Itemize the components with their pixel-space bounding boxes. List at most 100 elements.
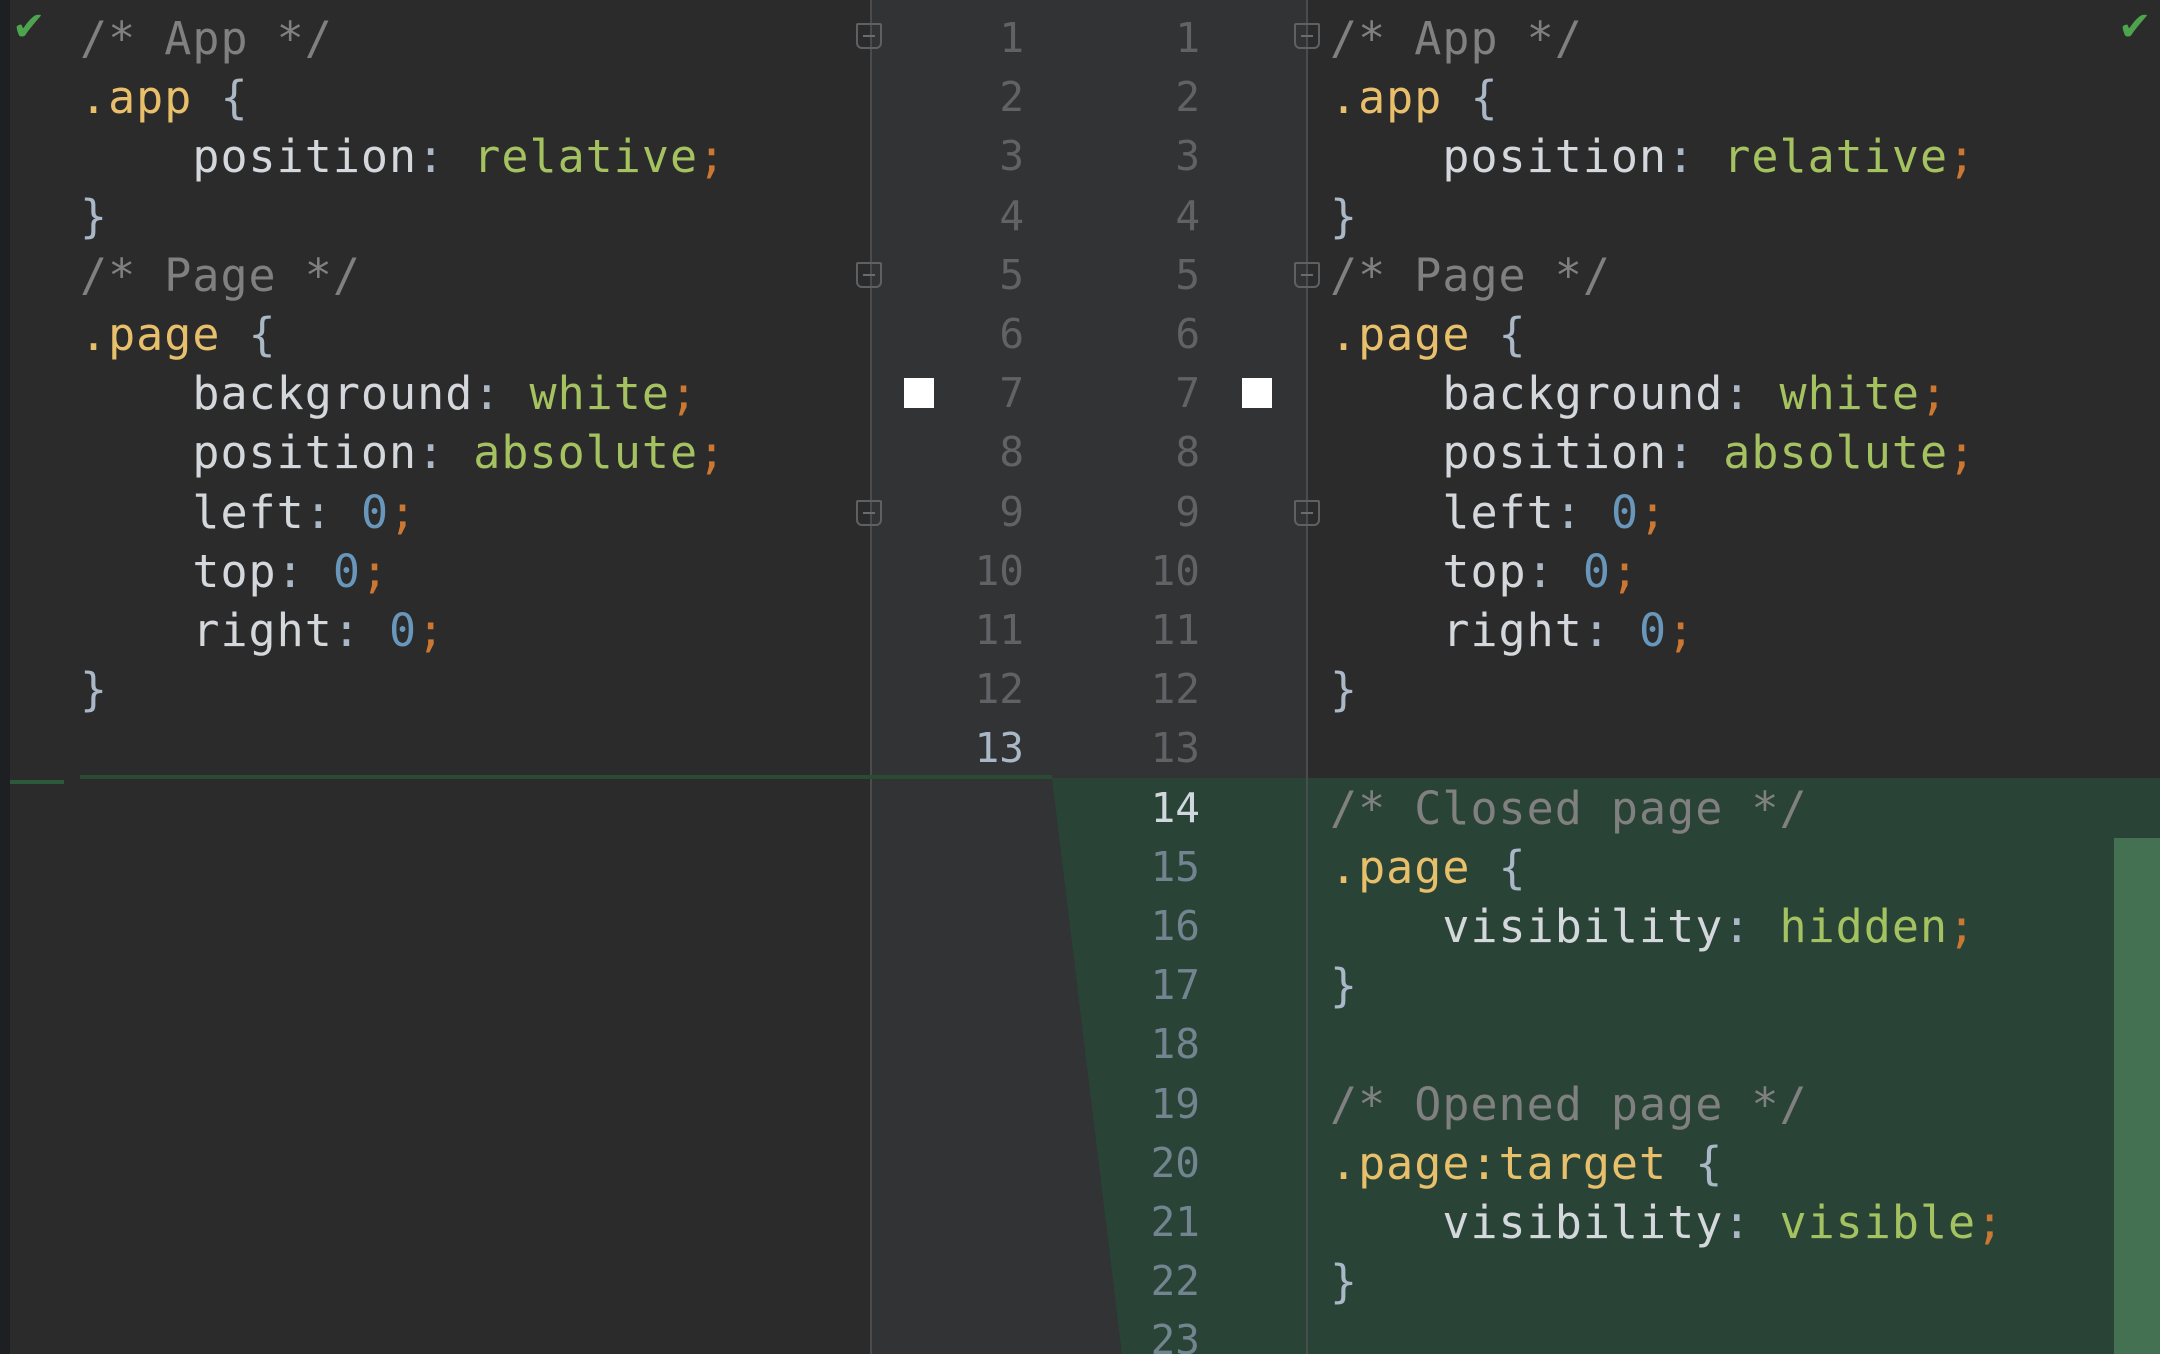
checkbox-icon[interactable] <box>1242 378 1272 408</box>
inserted-change-marker[interactable] <box>2114 838 2160 1354</box>
code-line[interactable]: /* App */ <box>80 9 333 68</box>
code-line[interactable]: } <box>1330 187 1358 246</box>
fold-icon[interactable] <box>1294 23 1320 49</box>
code-token: .app <box>80 71 193 125</box>
code-token: right <box>80 604 333 657</box>
code-line[interactable]: background: white; <box>80 364 698 423</box>
line-number: 12 <box>1150 665 1200 714</box>
code-token: ; <box>360 544 390 598</box>
code-token: ; <box>1976 1196 2005 1249</box>
fold-icon[interactable] <box>1294 500 1320 526</box>
code-line[interactable]: /* Closed page */ <box>1330 779 1808 838</box>
fold-icon[interactable] <box>856 500 882 526</box>
code-token: 0 <box>389 604 418 657</box>
code-line[interactable]: .app { <box>1330 68 1499 127</box>
code-token: .page <box>1330 308 1471 361</box>
code-line[interactable]: position: absolute; <box>80 423 726 482</box>
line-number: 1 <box>1175 14 1200 62</box>
code-token: 0 <box>360 485 390 539</box>
code-token: /* App */ <box>1330 12 1583 65</box>
code-line[interactable]: /* App */ <box>1330 9 1583 68</box>
code-line[interactable]: visibility: visible; <box>1330 1193 2004 1252</box>
line-number: 5 <box>1175 250 1200 299</box>
line-number: 8 <box>999 428 1024 477</box>
code-line[interactable]: } <box>1330 660 1358 719</box>
code-token: /* Page */ <box>1330 248 1611 302</box>
code-token: white <box>529 367 670 421</box>
code-line[interactable]: position: relative; <box>1330 127 1976 186</box>
code-token: .page <box>1330 840 1471 894</box>
code-line[interactable]: .page:target { <box>1330 1134 1723 1193</box>
line-number: 22 <box>1150 1257 1200 1306</box>
fold-icon[interactable] <box>856 262 882 288</box>
line-number: 2 <box>999 73 1024 122</box>
code-token: visibility <box>1330 900 1724 953</box>
code-line[interactable]: visibility: hidden; <box>1330 897 1976 956</box>
line-number: 3 <box>1175 132 1200 181</box>
code-token: ; <box>1919 367 1949 421</box>
code-line[interactable]: left: 0; <box>1330 483 1667 542</box>
code-line[interactable]: .page { <box>1330 838 1527 897</box>
code-token: right <box>1330 604 1583 657</box>
line-number: 17 <box>1150 961 1200 1010</box>
code-token: relative <box>1723 130 1949 184</box>
code-line[interactable]: } <box>80 660 108 719</box>
code-token: : <box>417 426 474 480</box>
line-number: 21 <box>1150 1198 1200 1246</box>
code-token: position <box>1330 130 1668 184</box>
code-token: { <box>220 308 277 361</box>
code-line[interactable]: .page { <box>1330 305 1527 364</box>
code-line[interactable]: top: 0; <box>1330 542 1639 601</box>
line-number: 18 <box>1150 1020 1200 1069</box>
code-token: } <box>1330 189 1359 243</box>
checkbox-icon[interactable] <box>904 378 934 408</box>
code-line[interactable]: } <box>80 187 108 246</box>
line-number: 20 <box>1150 1138 1200 1187</box>
code-line[interactable]: } <box>1330 1252 1358 1311</box>
fold-icon[interactable] <box>1294 262 1320 288</box>
line-number: 11 <box>1150 606 1200 654</box>
code-token: : <box>473 367 530 421</box>
line-number: 7 <box>1175 369 1200 418</box>
line-number: 1 <box>999 14 1024 62</box>
line-number: 10 <box>974 546 1024 595</box>
code-line[interactable]: top: 0; <box>80 542 389 601</box>
code-line[interactable]: right: 0; <box>1330 601 1695 660</box>
line-number: 8 <box>1175 428 1200 477</box>
code-line[interactable]: position: absolute; <box>1330 423 1976 482</box>
code-token: white <box>1779 367 1920 421</box>
code-token: ; <box>698 130 727 184</box>
code-line[interactable]: right: 0; <box>80 601 445 660</box>
code-token: 0 <box>332 544 361 598</box>
code-line[interactable]: /* Page */ <box>1330 246 1611 305</box>
line-number: 9 <box>1175 487 1200 536</box>
code-line[interactable]: left: 0; <box>80 483 417 542</box>
code-token: .app <box>1330 71 1443 125</box>
code-token: : <box>1723 900 1780 953</box>
line-number: 14 <box>1150 783 1200 832</box>
code-token: background <box>80 367 474 421</box>
code-line[interactable]: .app { <box>80 68 249 127</box>
check-icon: ✔ <box>2118 4 2152 50</box>
code-token: ; <box>669 367 699 421</box>
code-line[interactable]: .page { <box>80 305 277 364</box>
code-token: : <box>1723 367 1780 421</box>
code-line[interactable]: /* Page */ <box>80 246 361 305</box>
code-line[interactable]: } <box>1330 956 1358 1015</box>
code-token: } <box>1330 1255 1359 1309</box>
code-line[interactable]: /* Opened page */ <box>1330 1075 1808 1134</box>
line-number: 6 <box>999 310 1024 358</box>
line-number: 5 <box>999 250 1024 299</box>
code-line[interactable]: position: relative; <box>80 127 726 186</box>
fold-icon[interactable] <box>856 23 882 49</box>
code-token: visibility <box>1330 1196 1724 1249</box>
code-line[interactable]: background: white; <box>1330 364 1948 423</box>
code-token: /* Closed page */ <box>1330 781 1808 835</box>
code-token: : <box>1526 544 1583 598</box>
code-token: ; <box>1948 900 1977 953</box>
code-token: /* App */ <box>80 12 333 65</box>
code-token: { <box>1442 71 1499 125</box>
line-number: 13 <box>974 724 1024 773</box>
code-token: relative <box>473 130 699 184</box>
line-number: 15 <box>1150 842 1200 891</box>
